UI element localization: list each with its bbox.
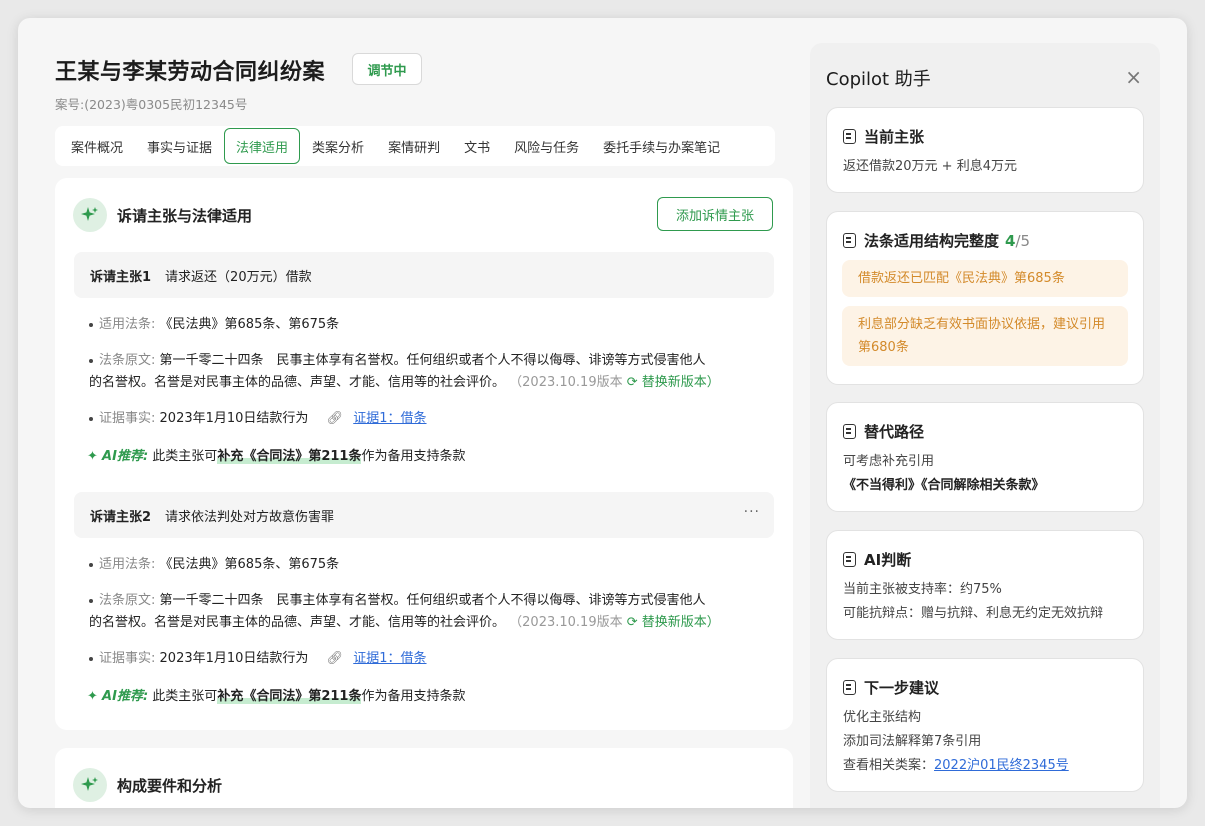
- more-icon[interactable]: ···: [744, 504, 760, 520]
- tab-documents[interactable]: 文书: [452, 128, 502, 164]
- law-bullet: 适用法条: 《民法典》第685条、第675条: [89, 314, 769, 336]
- judgment-card: AI判断 当前主张被支持率：约75% 可能抗辩点：赠与抗辩、利息无约定无效抗辩: [826, 530, 1144, 640]
- case-number: 案号:(2023)粤0305民初12345号: [55, 97, 248, 112]
- link-icon: 🔗︎: [326, 411, 344, 426]
- warning-item: 借款返还已匹配《民法典》第685条: [842, 260, 1128, 297]
- version-label: （2023.10.19版本: [509, 375, 623, 390]
- law-value: 《民法典》第685条、第675条: [159, 317, 340, 332]
- original-text-bullet: 法条原文: 第一千零二十四条 民事主体享有名誉权。任何组织或者个人不得以侮辱、诽…: [89, 590, 769, 634]
- claim-number: 诉请主张2: [90, 509, 152, 525]
- copilot-panel: Copilot 助手 × 当前主张 返还借款20万元 + 利息4万元 法条适用结…: [810, 43, 1160, 808]
- section-title: 构成要件和分析: [117, 777, 223, 795]
- evidence-link[interactable]: 证据1：借条: [353, 651, 426, 666]
- refresh-icon[interactable]: ⟳: [627, 615, 638, 630]
- add-claim-button[interactable]: 添加诉情主张: [657, 197, 773, 231]
- swap-version-link[interactable]: 替换新版本）: [642, 375, 720, 390]
- claims-card: 诉请主张与法律适用 添加诉情主张 诉请主张1 请求返还（20万元）借款 适用法条…: [55, 178, 793, 730]
- tab-law-application[interactable]: 法律适用: [224, 128, 301, 164]
- law-value: 《民法典》第685条、第675条: [159, 557, 340, 572]
- warning-item: 利息部分缺乏有效书面协议依据，建议引用第680条: [842, 306, 1128, 366]
- swap-version-link[interactable]: 替换新版本）: [642, 615, 720, 630]
- tab-case-overview[interactable]: 案件概况: [59, 128, 135, 164]
- ai-recommendation: ✦ AI推荐: 此类主张可补充《合同法》第211条作为备用支持条款: [87, 689, 466, 704]
- document-icon: [843, 680, 856, 695]
- document-icon: [843, 129, 856, 144]
- document-icon: [843, 424, 856, 439]
- link-icon: 🔗︎: [326, 651, 344, 666]
- claim-number: 诉请主张1: [90, 269, 152, 285]
- version-label: （2023.10.19版本: [509, 615, 623, 630]
- completeness-card: 法条适用结构完整度 4/5 借款返还已匹配《民法典》第685条 利息部分缺乏有效…: [826, 211, 1144, 385]
- close-icon[interactable]: ×: [1125, 65, 1142, 89]
- tab-bar: 案件概况 事实与证据 法律适用 类案分析 案情研判 文书 风险与任务 委托手续与…: [55, 126, 775, 166]
- tab-risks-tasks[interactable]: 风险与任务: [502, 128, 591, 164]
- document-icon: [843, 233, 856, 248]
- tab-facts-evidence[interactable]: 事实与证据: [135, 128, 224, 164]
- copilot-title: Copilot 助手: [826, 69, 931, 90]
- section-title: 诉请主张与法律适用: [117, 207, 253, 225]
- page-title: 王某与李某劳动合同纠纷案: [55, 60, 326, 85]
- app-window: 王某与李某劳动合同纠纷案 调节中 案号:(2023)粤0305民初12345号 …: [18, 18, 1187, 808]
- status-badge: 调节中: [352, 53, 422, 85]
- evidence-link[interactable]: 证据1：借条: [353, 411, 426, 426]
- ai-sparkle-icon: ✦: [87, 449, 98, 464]
- related-case-link[interactable]: 2022沪01民终2345号: [934, 758, 1069, 773]
- document-icon: [843, 552, 856, 567]
- alternative-card: 替代路径 可考虑补充引用《不当得利》《合同解除相关条款》: [826, 402, 1144, 512]
- claim-text: 请求返还（20万元）借款: [165, 269, 312, 285]
- evidence-bullet: 证据事实: 2023年1月10日结款行为 🔗︎ 证据1：借条: [89, 408, 769, 430]
- tab-case-analysis[interactable]: 类案分析: [300, 128, 376, 164]
- completeness-score: 4: [1005, 231, 1016, 250]
- claim-header[interactable]: 诉请主张2 请求依法判处对方故意伤害罪 ···: [74, 492, 774, 538]
- tab-case-research[interactable]: 案情研判: [376, 128, 452, 164]
- elements-card: 构成要件和分析: [55, 748, 793, 808]
- tab-notes[interactable]: 委托手续与办案笔记: [591, 128, 732, 164]
- next-steps-card: 下一步建议 优化主张结构 添加司法解释第7条引用 查看相关类案：2022沪01民…: [826, 658, 1144, 792]
- claim-text: 请求依法判处对方故意伤害罪: [165, 509, 335, 525]
- ai-sparkle-icon: ✦: [87, 689, 98, 704]
- sparkle-icon: [73, 768, 107, 802]
- evidence-bullet: 证据事实: 2023年1月10日结款行为 🔗︎ 证据1：借条: [89, 648, 769, 670]
- ai-recommendation: ✦ AI推荐: 此类主张可补充《合同法》第211条作为备用支持条款: [87, 449, 466, 464]
- refresh-icon[interactable]: ⟳: [627, 375, 638, 390]
- current-claim-card: 当前主张 返还借款20万元 + 利息4万元: [826, 107, 1144, 193]
- claim-header[interactable]: 诉请主张1 请求返还（20万元）借款: [74, 252, 774, 298]
- law-bullet: 适用法条: 《民法典》第685条、第675条: [89, 554, 769, 576]
- original-text-bullet: 法条原文: 第一千零二十四条 民事主体享有名誉权。任何组织或者个人不得以侮辱、诽…: [89, 350, 769, 394]
- sparkle-icon: [73, 198, 107, 232]
